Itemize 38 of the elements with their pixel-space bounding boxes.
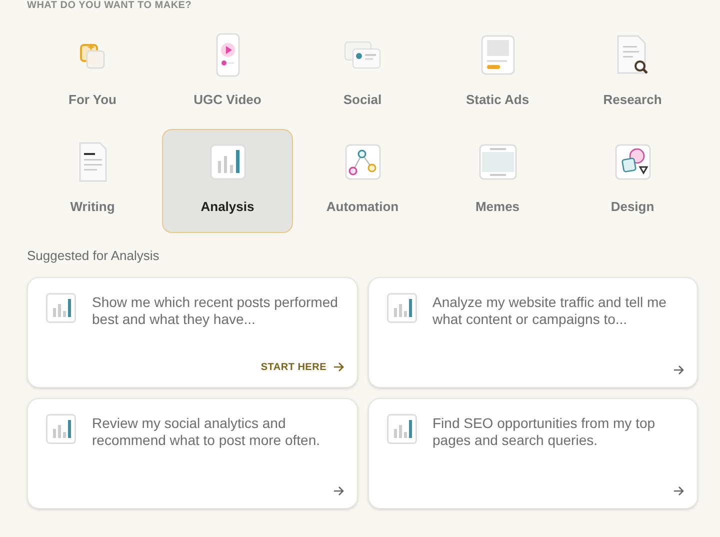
category-tile[interactable]: Analysis: [162, 129, 293, 233]
start-here-link[interactable]: START HERE: [260, 360, 326, 374]
suggestion-text: Find SEO opportunities from my top pages and search queries.: [432, 414, 656, 448]
category-tile[interactable]: Static Ads: [432, 22, 563, 126]
meme-frame-icon: [478, 144, 516, 180]
document-search-icon: [616, 34, 650, 76]
bar-chart-icon: [386, 292, 416, 322]
category-tile[interactable]: UGC Video: [162, 22, 293, 126]
bar-chart-icon: [46, 292, 76, 322]
phone-video-icon: [214, 32, 240, 76]
suggestion-text: Review my social analytics and recommend what to post more often.: [92, 414, 321, 448]
category-tile[interactable]: Design: [567, 129, 698, 233]
suggestion-text: Analyze my website traffic and tell me what content or campaigns to...: [432, 292, 668, 328]
bar-chart-icon: [210, 144, 246, 180]
category-tile[interactable]: Social: [297, 22, 428, 126]
document-icon: [78, 140, 108, 182]
category-tile[interactable]: Memes: [432, 129, 563, 233]
message-cards-icon: [344, 40, 382, 70]
suggestion-text: Show me which recent posts performed best and what they have...: [92, 292, 339, 328]
suggestion-card[interactable]: Show me which recent posts performed best and what they have... START HERE: [27, 276, 358, 388]
suggestion-card[interactable]: Analyze my website traffic and tell me what content or campaigns to...: [368, 276, 698, 388]
arrow-right-icon: [332, 486, 344, 496]
shapes-icon: [614, 144, 650, 180]
section-heading: WHAT DO YOU WANT TO MAKE?: [27, 0, 193, 12]
category-tile[interactable]: Writing: [27, 129, 158, 233]
bar-chart-icon: [386, 414, 416, 444]
category-tile[interactable]: Research: [567, 22, 698, 126]
section-title: Suggested for Analysis: [27, 247, 160, 265]
connected-nodes-icon: [344, 144, 380, 180]
ad-card-icon: [480, 34, 514, 74]
bar-chart-icon: [46, 414, 76, 444]
suggestion-card[interactable]: Find SEO opportunities from my top pages and search queries.: [368, 398, 698, 508]
category-tile[interactable]: For You: [27, 22, 158, 126]
arrow-right-icon: [673, 364, 684, 374]
arrow-right-icon: [332, 362, 344, 372]
arrow-right-icon: [673, 486, 684, 496]
suggestion-card[interactable]: Review my social analytics and recommend what to post more often.: [27, 398, 358, 508]
category-tile[interactable]: Automation: [297, 129, 428, 233]
